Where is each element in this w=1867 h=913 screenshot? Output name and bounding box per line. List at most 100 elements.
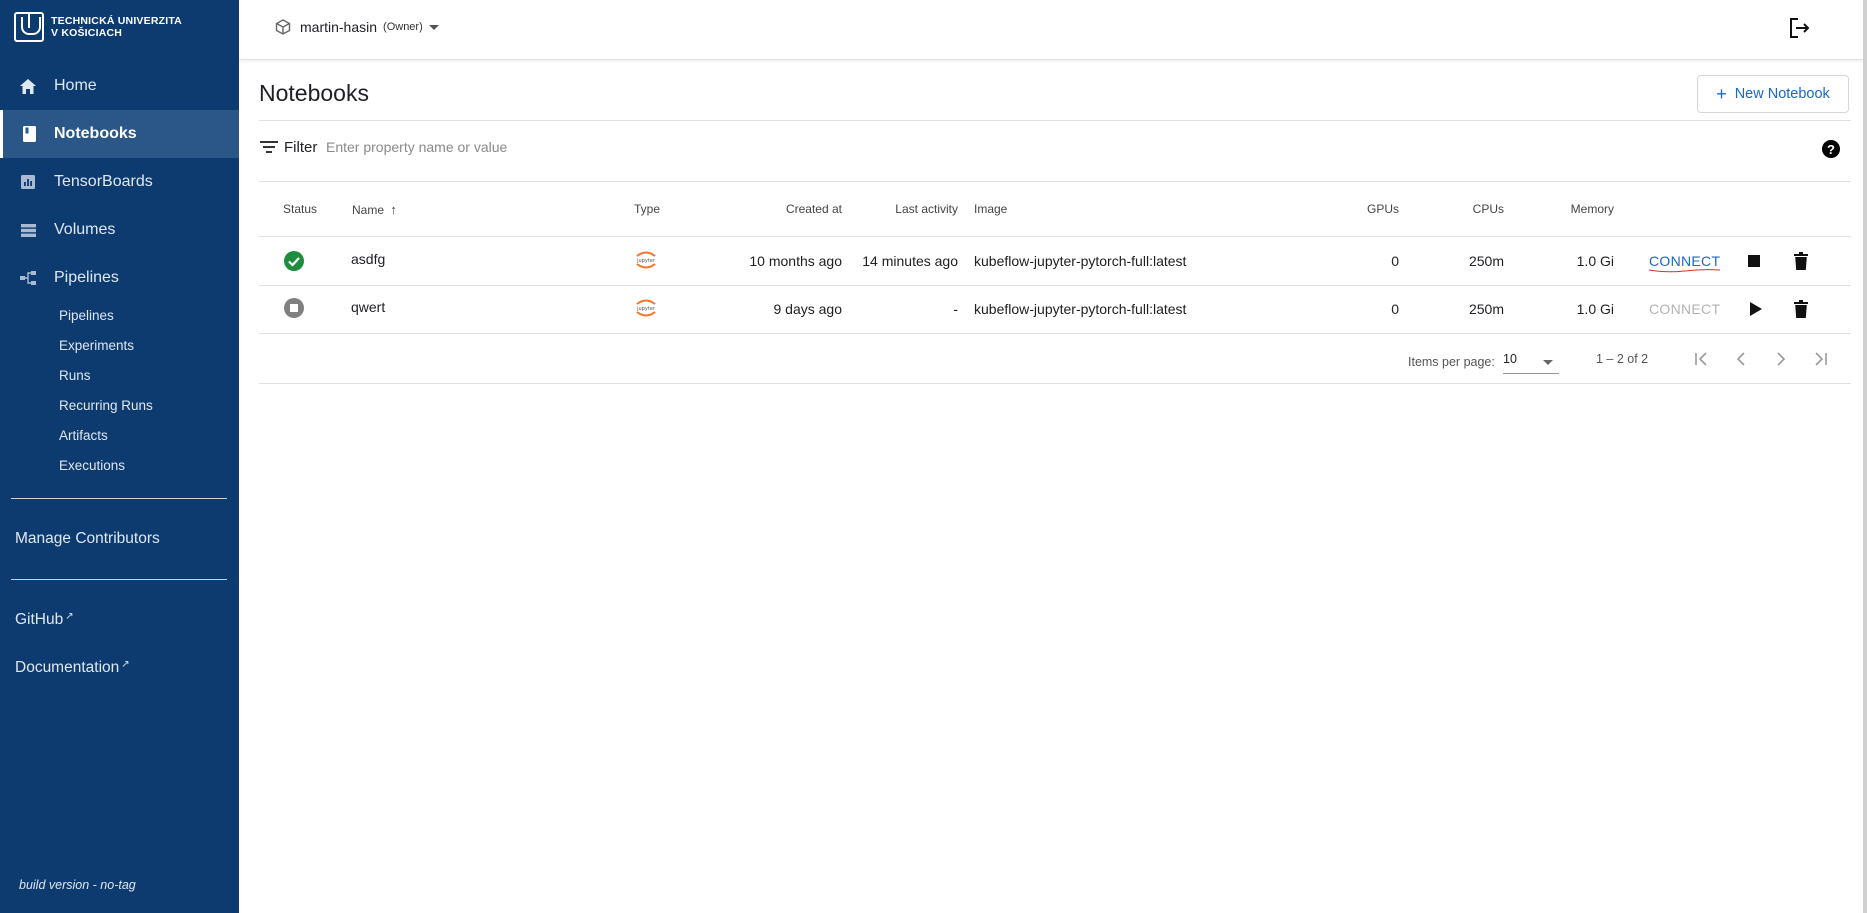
new-notebook-label: New Notebook [1734,86,1830,102]
filter-icon [259,138,279,156]
trash-icon [1794,252,1808,270]
sidebar-item-label: Pipelines [54,269,119,286]
logout-button[interactable] [1789,17,1811,44]
sidebar-item-volumes[interactable]: Volumes [0,206,239,254]
items-per-page-select[interactable]: 10 [1503,352,1559,374]
sidebar-item-tensorboards[interactable]: TensorBoards [0,158,239,206]
filter-bar: Filter [259,138,317,156]
sidebar-sub-artifacts[interactable]: Artifacts [59,428,108,443]
jupyter-icon: jupyter [634,248,658,272]
memory-value: 1.0 Gi [1576,301,1614,317]
documentation-label: Documentation [15,659,120,676]
chevron-down-icon [1543,360,1553,365]
sidebar-item-home[interactable]: Home [0,62,239,110]
status-stopped-icon [283,297,305,319]
column-header-cpus: CPUs [1472,202,1504,216]
memory-value: 1.0 Gi [1576,253,1614,269]
image-name: kubeflow-jupyter-pytorch-full:latest [974,301,1187,317]
sidebar-sub-runs[interactable]: Runs [59,368,91,383]
last-activity: 14 minutes ago [862,253,958,269]
documentation-link[interactable]: Documentation ↗ [15,659,130,677]
next-page-button[interactable] [1771,349,1791,369]
sidebar-sub-executions[interactable]: Executions [59,458,125,473]
university-logo[interactable]: TECHNICKÁ UNIVERZITA V KOŠICIACH [14,12,182,42]
logout-icon [1790,18,1810,38]
top-bar: martin-hasin (Owner) [239,0,1867,60]
first-page-icon [1695,352,1707,366]
sidebar-item-notebooks[interactable]: Notebooks [0,110,239,158]
gpus-value: 0 [1391,253,1399,269]
sidebar-sub-recurring-runs[interactable]: Recurring Runs [59,398,153,413]
external-link-icon: ↗ [121,659,130,670]
sidebar-sub-experiments[interactable]: Experiments [59,338,134,353]
chart-icon [0,175,54,189]
gpus-value: 0 [1391,301,1399,317]
row-divider [259,285,1851,286]
connect-button[interactable]: CONNECT [1649,253,1721,273]
manage-contributors-link[interactable]: Manage Contributors [15,530,160,548]
namespace-icon [275,19,291,35]
previous-page-button[interactable] [1731,349,1751,369]
cpus-value: 250m [1468,301,1504,317]
help-icon[interactable]: ? [1822,140,1840,158]
header-row-divider [259,236,1851,237]
notebook-icon [3,126,54,142]
notebook-name[interactable]: asdfg [351,251,385,267]
connect-label: CONNECT [1649,253,1721,269]
scrollbar[interactable] [1863,0,1867,913]
home-icon [0,78,54,94]
jupyter-text: jupyter [636,258,656,264]
play-icon [1750,302,1762,316]
github-link[interactable]: GitHub ↗ [15,611,74,629]
last-page-button[interactable] [1810,349,1830,369]
start-button[interactable] [1746,299,1766,319]
items-per-page-value: 10 [1503,352,1517,366]
column-header-created[interactable]: Created at [742,202,842,216]
column-header-memory: Memory [1570,202,1614,216]
column-header-image: Image [974,202,1008,216]
pipeline-icon [0,271,54,285]
status-running-icon [283,250,305,272]
sidebar-item-label: Notebooks [54,125,137,142]
chevron-down-icon [428,24,439,30]
spellcheck-underline [1649,269,1721,273]
header-divider [259,120,1851,121]
jupyter-text: jupyter [636,306,656,312]
stop-button[interactable] [1744,251,1764,271]
delete-button[interactable] [1791,298,1811,320]
notebook-name[interactable]: qwert [351,299,385,315]
column-header-last-activity[interactable]: Last activity [858,202,958,216]
sidebar-item-label: Volumes [54,221,116,238]
new-notebook-button[interactable]: + New Notebook [1697,75,1849,113]
column-header-name-label: Name [352,203,385,217]
filter-label: Filter [284,138,318,156]
pagination-divider [259,383,1851,384]
storage-icon [0,223,54,237]
chevron-left-icon [1736,352,1745,366]
sidebar-item-label: TensorBoards [54,173,153,190]
column-header-status: Status [283,202,318,216]
logo-icon [14,12,44,42]
namespace-selector[interactable]: martin-hasin (Owner) [275,19,439,35]
chevron-right-icon [1777,352,1786,366]
trash-icon [1794,300,1808,318]
jupyter-icon: jupyter [634,296,658,320]
connect-button-disabled: CONNECT [1649,301,1721,317]
github-label: GitHub [15,611,64,628]
last-activity: - [953,301,958,317]
created-at: 9 days ago [773,301,843,317]
sidebar-divider [11,579,227,580]
sidebar-sub-pipelines[interactable]: Pipelines [59,308,114,323]
filter-divider [259,181,1851,182]
namespace-name: martin-hasin [300,19,378,35]
filter-input[interactable] [326,139,1226,155]
delete-button[interactable] [1791,250,1811,272]
external-link-icon: ↗ [65,611,74,622]
sidebar-item-label: Home [54,77,97,94]
column-header-name[interactable]: Name ↑ [352,202,397,217]
pagination-range: 1 – 2 of 2 [1596,352,1649,366]
sidebar-item-pipelines[interactable]: Pipelines [0,254,239,302]
column-header-type: Type [634,202,661,216]
first-page-button[interactable] [1692,349,1712,369]
build-version: build version - no-tag [19,878,136,892]
